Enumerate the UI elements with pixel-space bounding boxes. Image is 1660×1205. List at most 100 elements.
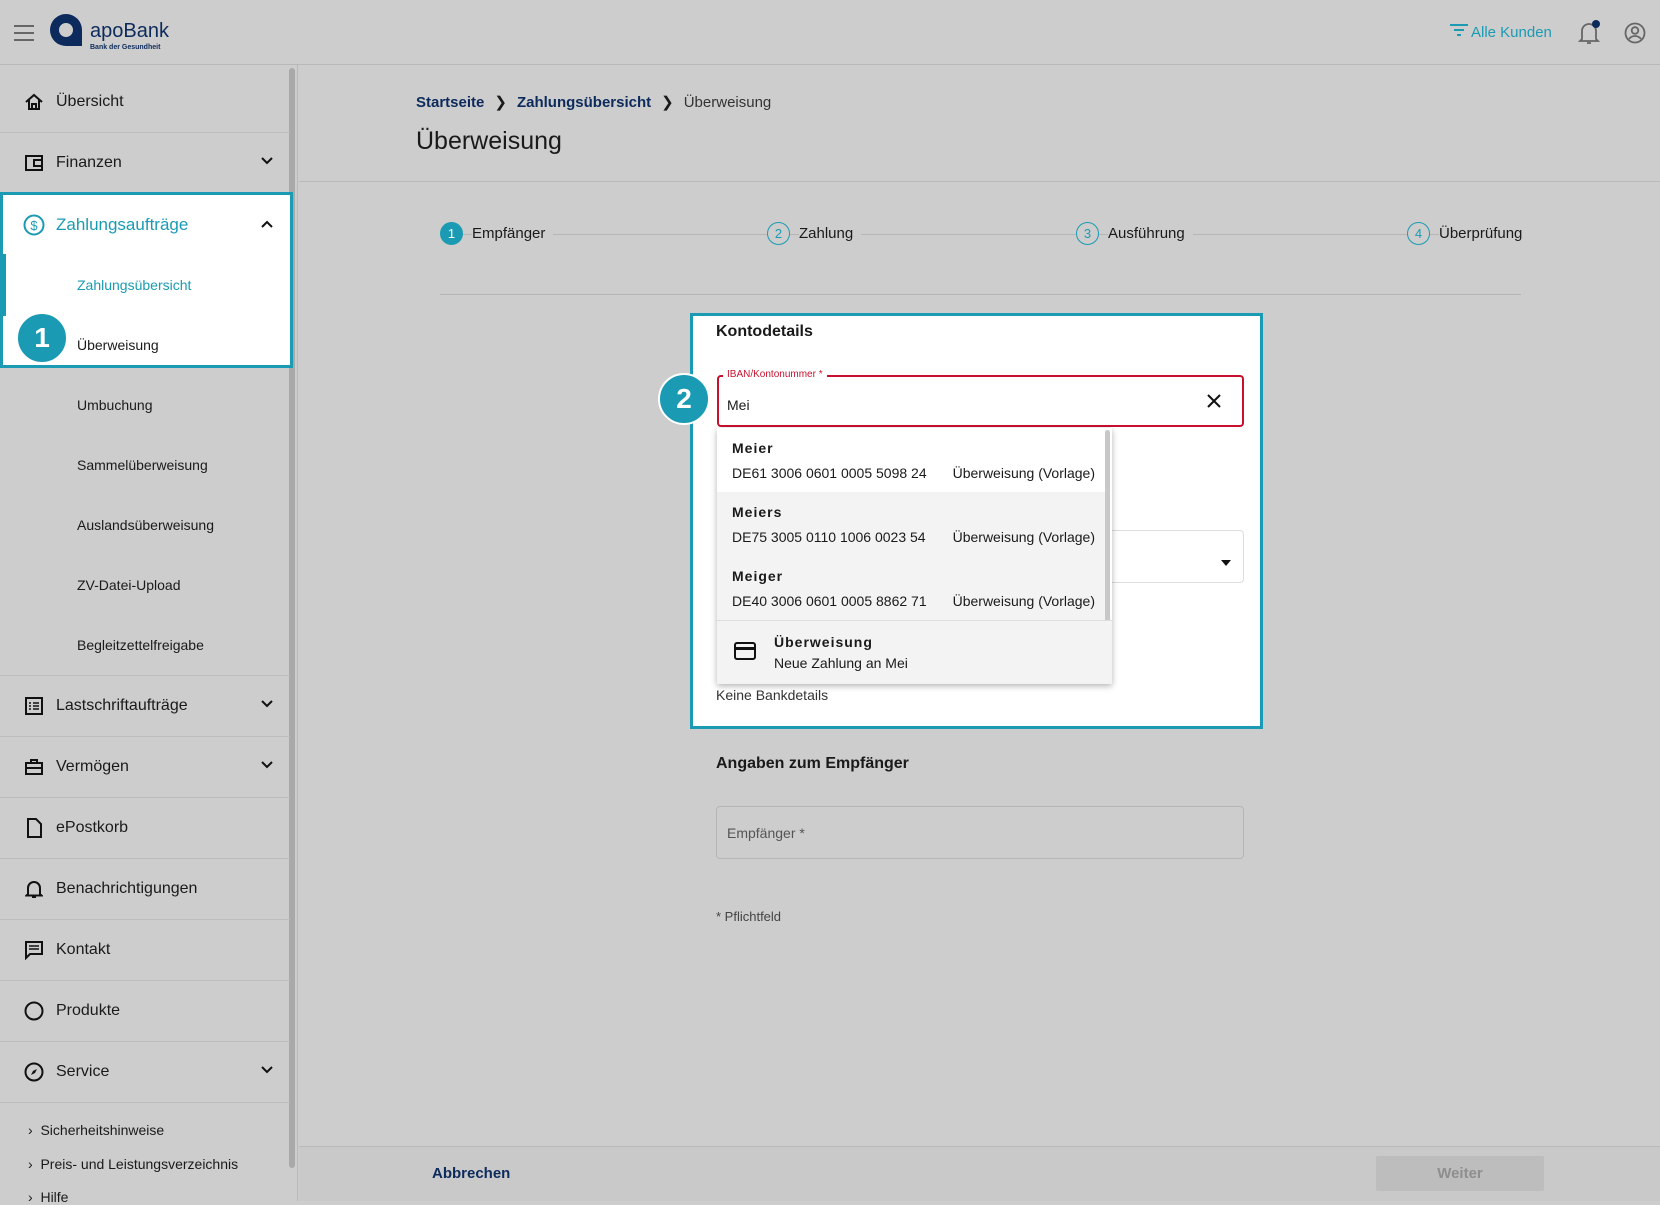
suggestion-dropdown: Meier DE61 3006 0601 0005 5098 24 Überweis… bbox=[717, 428, 1112, 684]
suggestion-name: Meiers bbox=[732, 504, 783, 520]
sidebar-item-lastschriftauftraege[interactable]: Lastschriftaufträge bbox=[0, 676, 290, 737]
breadcrumb-zahlungsuebersicht[interactable]: Zahlungsübersicht bbox=[517, 94, 651, 111]
section-title: Angaben zum Empfänger bbox=[716, 755, 909, 772]
chevron-down-icon bbox=[260, 696, 274, 714]
iban-input[interactable] bbox=[717, 375, 1244, 427]
step-number: 4 bbox=[1407, 222, 1430, 245]
step-number: 1 bbox=[440, 222, 463, 245]
link-label: Hilfe bbox=[40, 1189, 69, 1205]
sidebar-item-benachrichtigungen[interactable]: Benachrichtigungen bbox=[0, 859, 290, 920]
step-label: Empfänger bbox=[472, 225, 554, 242]
chevron-up-icon bbox=[260, 214, 274, 234]
recipient-input[interactable]: Empfänger * bbox=[716, 806, 1244, 859]
briefcase-icon bbox=[22, 755, 46, 779]
link-hilfe[interactable]: › Hilfe bbox=[28, 1189, 68, 1205]
sidebar-item-service[interactable]: Service bbox=[0, 1042, 290, 1103]
new-payment-option[interactable]: Überweisung Neue Zahlung an Mei bbox=[717, 620, 1112, 684]
svg-text:$: $ bbox=[30, 218, 38, 233]
step-ausfuehrung: 3 Ausführung bbox=[1076, 222, 1193, 245]
sidebar-item-produkte[interactable]: Produkte bbox=[0, 981, 290, 1042]
suggestion-item[interactable]: Meiers DE75 3005 0110 1006 0023 54 Überwei… bbox=[717, 492, 1105, 556]
sidebar-sub-begleitzettelfreigabe[interactable]: Begleitzettelfreigabe bbox=[77, 637, 204, 653]
sidebar-item-uebersicht[interactable]: Übersicht bbox=[0, 72, 290, 133]
link-preisverzeichnis[interactable]: › Preis- und Leistungsverzeichnis bbox=[28, 1156, 238, 1172]
apobank-logo[interactable] bbox=[48, 12, 84, 48]
iban-label: IBAN/Kontonummer * bbox=[723, 369, 827, 380]
step-number: 2 bbox=[767, 222, 790, 245]
customer-filter-button[interactable]: Alle Kunden bbox=[1450, 23, 1552, 41]
link-label: Sicherheitshinweise bbox=[40, 1122, 165, 1138]
sidebar-item-label: Finanzen bbox=[56, 154, 122, 171]
sidebar-sub-sammelueberweisung[interactable]: Sammelüberweisung bbox=[77, 457, 208, 473]
step-number: 3 bbox=[1076, 222, 1099, 245]
link-sicherheitshinweise[interactable]: › Sicherheitshinweise bbox=[28, 1122, 164, 1138]
sidebar-item-zahlungsauftraege[interactable]: $ Zahlungsaufträge bbox=[0, 194, 290, 255]
logo-text: apoBank bbox=[90, 20, 169, 42]
breadcrumb-current: Überweisung bbox=[683, 93, 772, 111]
cancel-button[interactable]: Abbrechen bbox=[432, 1165, 510, 1182]
stepper-line bbox=[450, 234, 1510, 235]
sidebar-item-label: Lastschriftaufträge bbox=[56, 697, 188, 714]
top-header: apoBank Bank der Gesundheit Alle Kunden bbox=[0, 0, 1660, 65]
suggestion-item[interactable]: Meier DE61 3006 0601 0005 5098 24 Überweis… bbox=[717, 428, 1105, 492]
divider bbox=[299, 181, 1660, 182]
sidebar-item-label: Zahlungsaufträge bbox=[56, 214, 189, 234]
credit-card-icon bbox=[734, 642, 756, 663]
new-payment-subtitle: Neue Zahlung an Mei bbox=[774, 655, 908, 671]
dropdown-arrow-icon bbox=[1221, 553, 1231, 571]
required-note: * Pflichtfeld bbox=[716, 909, 782, 924]
suggestion-name: Meiger bbox=[732, 568, 784, 584]
sidebar-item-label: Kontakt bbox=[56, 941, 111, 958]
step-zahlung: 2 Zahlung bbox=[767, 222, 862, 245]
sidebar-sub-auslandsueberweisung[interactable]: Auslandsüberweisung bbox=[77, 517, 214, 533]
circle-icon bbox=[22, 999, 46, 1023]
next-button[interactable]: Weiter bbox=[1376, 1156, 1544, 1191]
no-bank-details-text: Keine Bankdetails bbox=[716, 687, 829, 703]
sidebar-item-label: Service bbox=[56, 1063, 110, 1080]
link-label: Preis- und Leistungsverzeichnis bbox=[40, 1156, 239, 1172]
home-icon bbox=[22, 90, 46, 114]
active-indicator bbox=[3, 254, 6, 316]
account-icon[interactable] bbox=[1624, 22, 1646, 49]
menu-icon[interactable] bbox=[14, 25, 34, 41]
section-title: Kontodetails bbox=[716, 323, 813, 340]
sidebar-item-finanzen[interactable]: Finanzen bbox=[0, 133, 290, 194]
logo-tagline: Bank der Gesundheit bbox=[90, 44, 161, 51]
wallet-icon bbox=[22, 151, 46, 175]
sidebar-sub-umbuchung[interactable]: Umbuchung bbox=[77, 397, 153, 413]
sidebar-item-label: Produkte bbox=[56, 1002, 121, 1019]
iban-value: Mei bbox=[727, 397, 750, 413]
breadcrumb-startseite[interactable]: Startseite bbox=[416, 94, 484, 111]
select-field[interactable] bbox=[1100, 530, 1244, 583]
suggestion-iban: DE40 3006 0601 0005 8862 71 bbox=[732, 593, 927, 609]
sidebar-sub-zv-datei-upload[interactable]: ZV-Datei-Upload bbox=[77, 577, 181, 593]
bell-icon bbox=[22, 877, 46, 901]
clear-icon[interactable] bbox=[1206, 393, 1222, 414]
sidebar-sub-zahlungsuebersicht[interactable]: Zahlungsübersicht bbox=[77, 277, 191, 293]
suggestion-type: Überweisung (Vorlage) bbox=[952, 593, 1095, 609]
sidebar-sub-ueberweisung[interactable]: Überweisung bbox=[77, 337, 159, 353]
step-label: Ausführung bbox=[1108, 225, 1193, 242]
new-payment-title: Überweisung bbox=[774, 634, 873, 650]
suggestion-type: Überweisung (Vorlage) bbox=[952, 465, 1095, 481]
list-icon bbox=[22, 694, 46, 718]
annotation-badge-1: 1 bbox=[16, 312, 68, 364]
suggestion-item[interactable]: Meiger DE40 3006 0601 0005 8862 71 Überwei… bbox=[717, 556, 1105, 620]
page-title: Überweisung bbox=[416, 127, 562, 155]
step-ueberpruefung: 4 Überprüfung bbox=[1407, 222, 1523, 245]
sidebar-item-kontakt[interactable]: Kontakt bbox=[0, 920, 290, 981]
compass-icon bbox=[22, 1060, 46, 1084]
chat-icon bbox=[22, 938, 46, 962]
breadcrumb: Startseite ❯ Zahlungsübersicht ❯ Überweisu… bbox=[416, 93, 772, 112]
document-icon bbox=[22, 816, 46, 840]
chevron-down-icon bbox=[260, 153, 274, 171]
sidebar-item-epostkorb[interactable]: ePostkorb bbox=[0, 798, 290, 859]
step-empfaenger: 1 Empfänger bbox=[440, 222, 554, 245]
chevron-down-icon bbox=[260, 757, 274, 775]
dropdown-scrollbar[interactable] bbox=[1105, 430, 1110, 626]
filter-label: Alle Kunden bbox=[1471, 23, 1552, 41]
suggestion-iban: DE75 3005 0110 1006 0023 54 bbox=[732, 529, 926, 545]
bell-icon[interactable] bbox=[1577, 20, 1601, 51]
sidebar-item-vermoegen[interactable]: Vermögen bbox=[0, 737, 290, 798]
sidebar-item-label: Vermögen bbox=[56, 758, 129, 775]
